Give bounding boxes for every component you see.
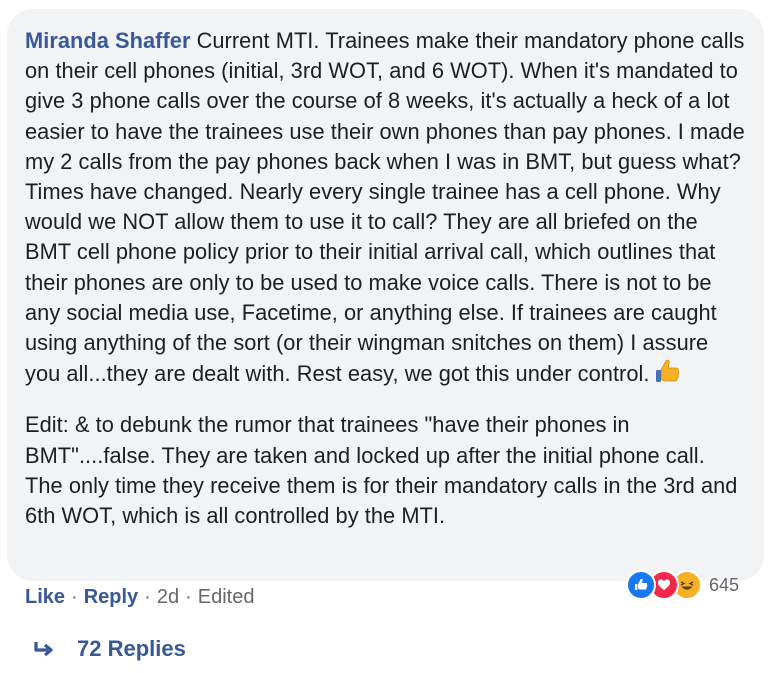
- comment-paragraph-2: Edit: & to debunk the rumor that trainee…: [25, 412, 738, 529]
- reply-arrow-icon: [34, 642, 53, 657]
- comment-text-1: Current MTI. Trainees make their mandato…: [25, 28, 745, 387]
- comment-actions: Like · Reply · 2d · Edited: [25, 586, 254, 609]
- separator: ·: [185, 586, 192, 608]
- comment-timestamp[interactable]: 2d: [157, 586, 179, 609]
- thumbs-up-icon: [654, 358, 680, 394]
- like-icon: [626, 570, 656, 600]
- replies-count-label: 72 Replies: [77, 636, 186, 661]
- comment-author-link[interactable]: Miranda Shaffer: [25, 28, 190, 53]
- reply-button[interactable]: Reply: [84, 586, 138, 609]
- like-button[interactable]: Like: [25, 586, 65, 609]
- reactions-summary[interactable]: 645: [626, 569, 739, 601]
- edited-label[interactable]: Edited: [198, 586, 255, 609]
- comment-paragraph-1: Miranda Shaffer Current MTI. Trainees ma…: [25, 26, 747, 394]
- separator: ·: [71, 586, 78, 608]
- comment-bubble: Miranda Shaffer Current MTI. Trainees ma…: [7, 9, 764, 581]
- separator: ·: [144, 586, 151, 608]
- view-replies-link[interactable]: 72 Replies: [33, 636, 186, 662]
- reaction-count: 645: [709, 574, 740, 595]
